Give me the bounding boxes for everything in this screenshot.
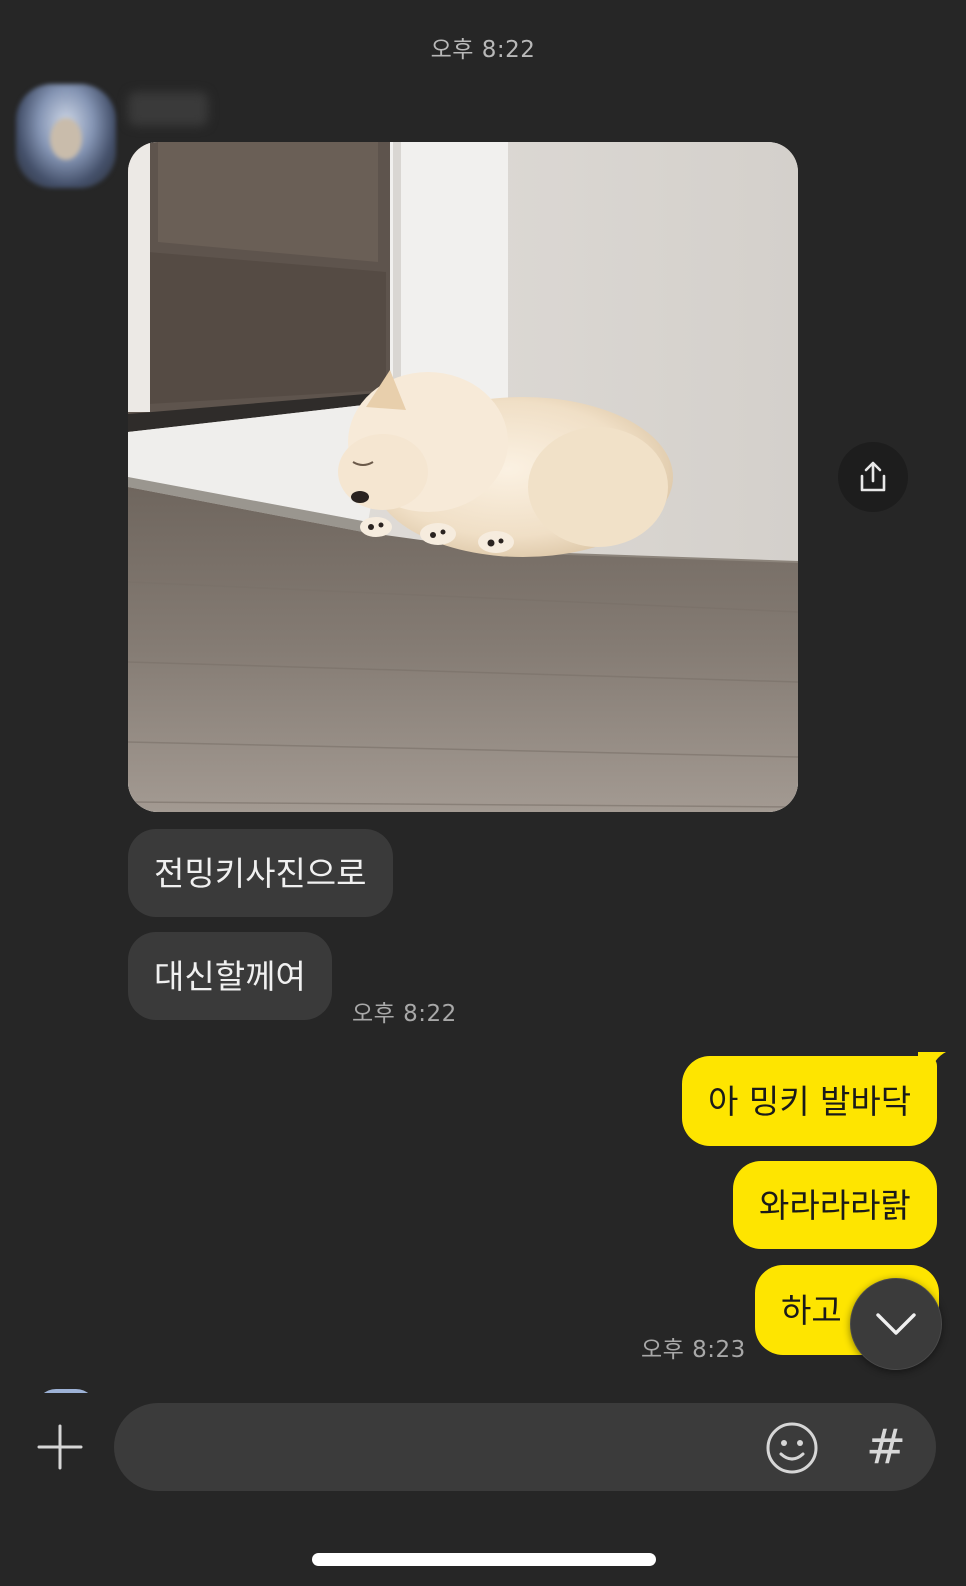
pomeranian-photo: [128, 142, 798, 812]
message-text: 와라라라랅: [759, 1185, 911, 1225]
scroll-to-bottom-button[interactable]: [850, 1278, 942, 1370]
share-icon: [860, 461, 886, 492]
message-text: 아 밍키 발바닥: [708, 1081, 912, 1121]
message-text: 전밍키사진으로: [154, 853, 367, 893]
share-button[interactable]: [838, 442, 908, 512]
emoji-button[interactable]: [764, 1420, 820, 1476]
outgoing-message[interactable]: 와라라라랅: [733, 1161, 937, 1249]
sender-avatar[interactable]: [16, 84, 116, 188]
sender-name-blurred: [128, 92, 208, 126]
chevron-down-icon: [876, 1313, 916, 1335]
date-time-label: 오후 8:22: [430, 37, 536, 63]
chat-screen: 오후 8:22 전밍키사진으로 대신할께여 오후 8:22 아 밍키 발바닥 와…: [0, 0, 966, 1586]
photo-message[interactable]: [128, 142, 798, 812]
attach-button[interactable]: [30, 1417, 90, 1477]
hashtag-search-button[interactable]: #: [854, 1415, 918, 1479]
incoming-message[interactable]: 대신할께여: [128, 932, 332, 1020]
incoming-message-time: 오후 8:22: [352, 1001, 457, 1027]
plus-icon: [37, 1424, 83, 1470]
emoji-icon: [766, 1422, 818, 1474]
message-text: 대신할께여: [154, 956, 306, 996]
outgoing-message-time: 오후 8:23: [641, 1337, 746, 1363]
message-input[interactable]: [142, 1403, 742, 1491]
outgoing-message[interactable]: 아 밍키 발바닥: [682, 1056, 938, 1146]
bubble-tail: [918, 1052, 946, 1074]
message-input-field[interactable]: #: [114, 1403, 936, 1491]
home-indicator[interactable]: [312, 1553, 656, 1566]
incoming-message[interactable]: 전밍키사진으로: [128, 829, 393, 917]
